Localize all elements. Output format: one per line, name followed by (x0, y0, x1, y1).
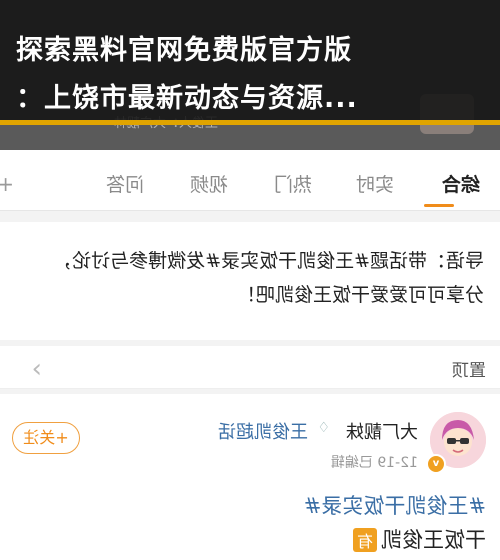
pinned-label: 置顶 (452, 361, 486, 381)
tab-video[interactable]: 视频 (190, 170, 228, 197)
post-text: 干饭王俊凯有 (352, 524, 486, 554)
post-username[interactable]: 大厂靓妹 (346, 418, 418, 444)
post-body: 干饭王俊凯 (381, 528, 486, 552)
topic-intro: 导语：带话题#王俊凯干饭实录#发微博参与讨论， 分享可可爱爱干饭王俊凯吧！ (0, 222, 500, 340)
search-tabs: 综合 实时 热门 视频 问答 + (0, 150, 500, 211)
verified-badge-icon: v (426, 454, 446, 474)
chevron-right-icon: › (31, 354, 42, 384)
post-hashtag[interactable]: #王俊凯干饭实录# (304, 490, 486, 520)
headline-overlay: 探索黑料官网免费版官方版 ：上饶市最新动态与资源... (0, 0, 500, 122)
intro-line-1: 导语：带话题#王俊凯干饭实录#发微博参与讨论， (53, 250, 484, 272)
headline-line-1: 探索黑料官网免费版官方版 (16, 35, 352, 66)
tab-comprehensive[interactable]: 综合 (442, 170, 480, 197)
intro-line-2: 分享可可爱爱干饭王俊凯吧！ (236, 284, 484, 306)
headline-line-2: ：上饶市最新动态与资源... (16, 83, 358, 114)
pinned-row[interactable]: 置顶 › (0, 346, 500, 389)
diamond-icon: ♢ (317, 420, 330, 436)
plus-icon[interactable]: + (0, 172, 14, 196)
post-date: 12-19 (377, 455, 418, 471)
post-edited: 已编辑 (330, 455, 373, 471)
post-topic-link[interactable]: 王俊凯超话 (218, 418, 308, 444)
post-chip: 有 (352, 528, 377, 552)
follow-button[interactable]: +关注 (12, 422, 80, 454)
accent-bar (0, 120, 500, 125)
tab-qa[interactable]: 问答 (106, 170, 144, 197)
tab-hot[interactable]: 热门 (274, 170, 312, 197)
post-meta: 12-19 已编辑 (331, 452, 418, 472)
post-card: v 大厂靓妹 ♢ 王俊凯超话 12-19 已编辑 +关注 #王俊凯干饭实录# 干… (0, 394, 500, 560)
tab-realtime[interactable]: 实时 (356, 170, 394, 197)
active-tab-underline (424, 204, 454, 207)
